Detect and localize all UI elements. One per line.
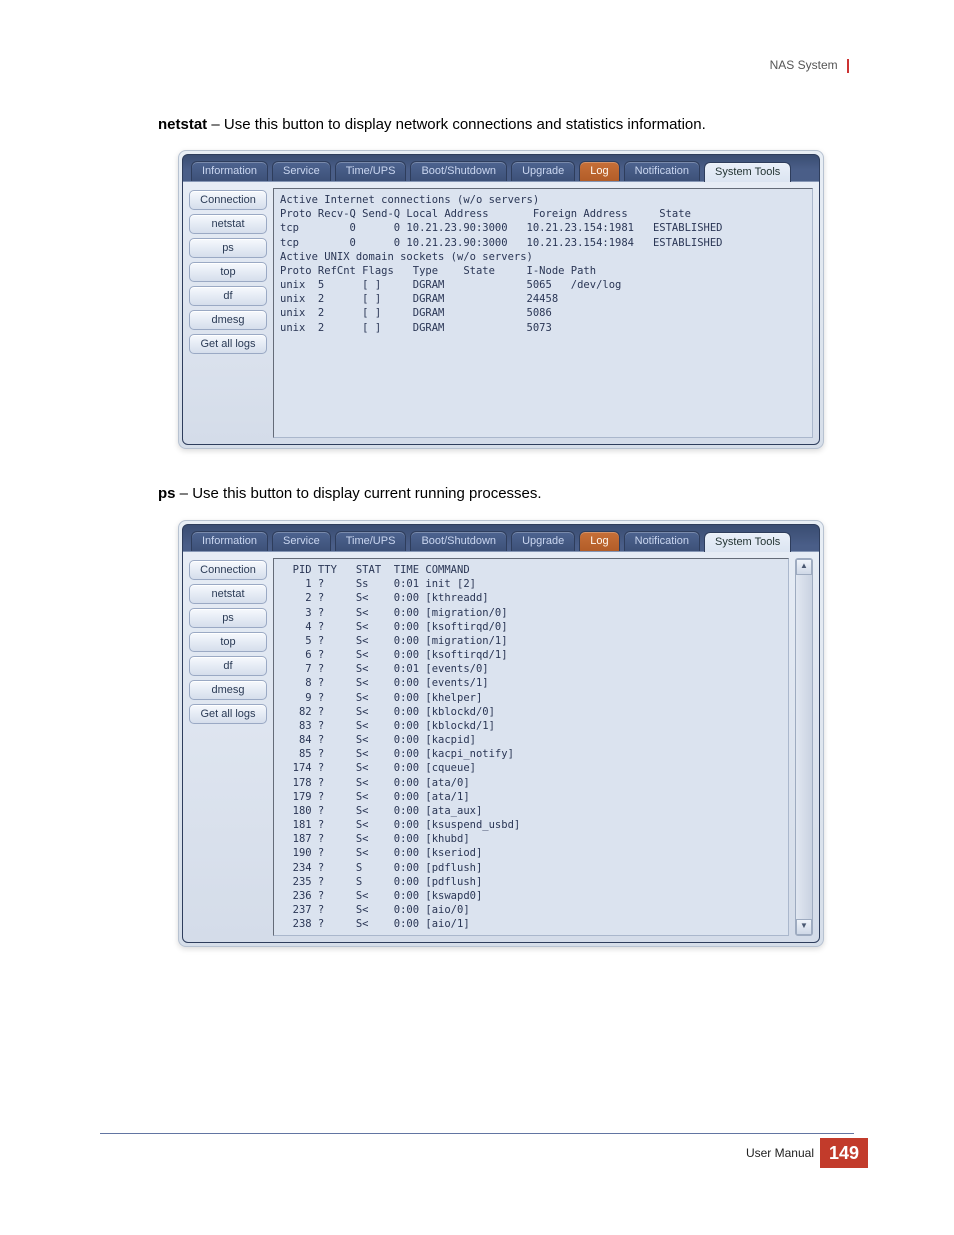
sidebtn-df[interactable]: df — [189, 286, 267, 306]
ps-output: PID TTY STAT TIME COMMAND 1 ? Ss 0:01 in… — [273, 558, 789, 936]
tab-bootshutdown[interactable]: Boot/Shutdown — [410, 161, 507, 181]
ps-title: ps — [158, 485, 176, 502]
tabbar-2: Information Service Time/UPS Boot/Shutdo… — [183, 525, 819, 551]
tab-timeups[interactable]: Time/UPS — [335, 161, 407, 181]
sidebar-2: Connection netstat ps top df dmesg Get a… — [189, 558, 267, 936]
scrollbar[interactable]: ▲ ▼ — [795, 558, 813, 936]
tab2-timeups[interactable]: Time/UPS — [335, 531, 407, 551]
sidebtn-top[interactable]: top — [189, 262, 267, 282]
tab-service[interactable]: Service — [272, 161, 331, 181]
sidebtn-connection[interactable]: Connection — [189, 190, 267, 210]
tab-notification[interactable]: Notification — [624, 161, 700, 181]
netstat-output: Active Internet connections (w/o servers… — [273, 188, 813, 438]
ps-desc: – Use this button to display current run… — [176, 485, 542, 502]
product-name: NAS System — [770, 58, 838, 72]
sidebtn-ps[interactable]: ps — [189, 238, 267, 258]
tab-log[interactable]: Log — [579, 161, 619, 181]
page-number: 149 — [820, 1138, 868, 1168]
tab2-service[interactable]: Service — [272, 531, 331, 551]
sidebtn2-ps[interactable]: ps — [189, 608, 267, 628]
sidebtn2-df[interactable]: df — [189, 656, 267, 676]
sidebtn-getalllogs[interactable]: Get all logs — [189, 334, 267, 354]
sidebtn2-dmesg[interactable]: dmesg — [189, 680, 267, 700]
tab2-information[interactable]: Information — [191, 531, 268, 551]
tab-upgrade[interactable]: Upgrade — [511, 161, 575, 181]
scroll-down-icon[interactable]: ▼ — [796, 919, 812, 935]
tab2-systemtools[interactable]: System Tools — [704, 532, 791, 552]
tab2-bootshutdown[interactable]: Boot/Shutdown — [410, 531, 507, 551]
sidebtn-dmesg[interactable]: dmesg — [189, 310, 267, 330]
footer-divider — [100, 1133, 854, 1134]
tab2-log[interactable]: Log — [579, 531, 619, 551]
netstat-desc: – Use this button to display network con… — [207, 116, 706, 133]
sidebtn2-getalllogs[interactable]: Get all logs — [189, 704, 267, 724]
sidebtn2-connection[interactable]: Connection — [189, 560, 267, 580]
sidebtn-netstat[interactable]: netstat — [189, 214, 267, 234]
sidebar-1: Connection netstat ps top df dmesg Get a… — [189, 188, 267, 438]
sidebtn2-netstat[interactable]: netstat — [189, 584, 267, 604]
tabbar-1: Information Service Time/UPS Boot/Shutdo… — [183, 155, 819, 181]
tab2-upgrade[interactable]: Upgrade — [511, 531, 575, 551]
sidebtn2-top[interactable]: top — [189, 632, 267, 652]
header-accent-bar — [847, 59, 849, 73]
tab-information[interactable]: Information — [191, 161, 268, 181]
tab2-notification[interactable]: Notification — [624, 531, 700, 551]
tab-systemtools[interactable]: System Tools — [704, 162, 791, 182]
footer-label: User Manual — [746, 1146, 814, 1160]
scroll-up-icon[interactable]: ▲ — [796, 559, 812, 575]
netstat-title: netstat — [158, 116, 207, 133]
